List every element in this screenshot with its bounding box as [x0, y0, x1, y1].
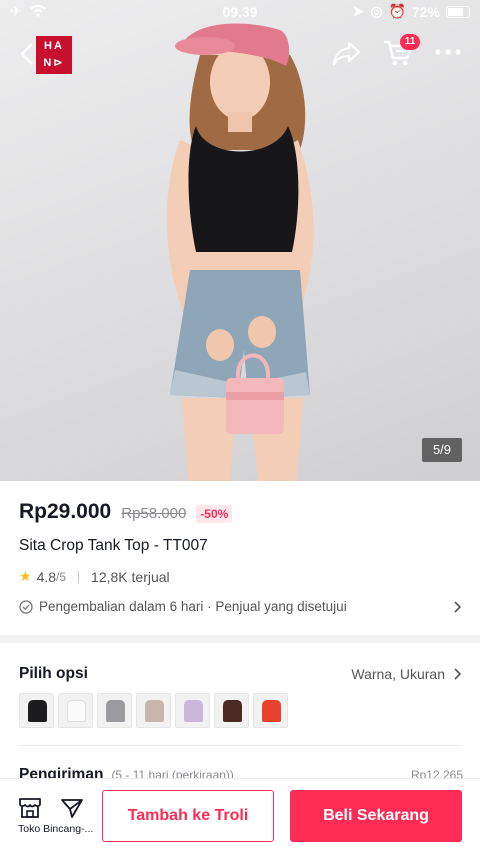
variant-swatch[interactable] — [214, 693, 249, 728]
battery-icon — [446, 5, 470, 18]
bottom-action-bar: Toko Bincang-... Tambah ke Troli Beli Se… — [0, 778, 480, 854]
star-icon: ★ — [19, 568, 32, 584]
image-counter: 5/9 — [422, 438, 462, 462]
share-icon — [332, 41, 361, 66]
tank-top-thumbnail — [184, 700, 203, 722]
price-row: Rp29.000 Rp58.000 -50% — [19, 500, 233, 524]
shop-logo[interactable]: HA N⊳ — [36, 36, 72, 74]
lock-rotation-icon: ◎ — [370, 3, 383, 19]
sold-count: 12,8K terjual — [91, 568, 170, 585]
top-navigation: HA N⊳ 11 — [0, 34, 480, 78]
buy-now-button[interactable]: Beli Sekarang — [290, 790, 462, 842]
tank-top-thumbnail — [67, 700, 86, 722]
options-value: Warna, Ukuran — [351, 666, 463, 682]
section-divider — [0, 635, 480, 643]
share-button[interactable] — [331, 38, 361, 68]
logo-text-top: HA — [44, 40, 64, 52]
product-detail-screen: ✈ 09.39 ➤ ◎ ⏰ 72% HA N⊳ 11 5/9 Rp29.000 … — [0, 0, 480, 854]
battery-percent: 72% — [411, 3, 440, 20]
rating-value: 4.8 — [36, 568, 57, 585]
variant-swatch[interactable] — [97, 693, 132, 728]
options-title: Pilih opsi — [19, 665, 88, 682]
more-dots-icon — [435, 49, 461, 55]
tank-top-thumbnail — [28, 700, 47, 722]
shop-label: Toko Bincang-... — [18, 823, 94, 835]
original-price: Rp58.000 — [121, 505, 187, 522]
options-value-text: Warna, Ukuran — [351, 666, 445, 682]
check-circle-icon — [19, 599, 33, 614]
tank-top-thumbnail — [223, 700, 242, 722]
return-policy-text: Pengembalian dalam 6 hari · Penjual yang… — [39, 599, 347, 614]
variant-swatch[interactable] — [253, 693, 288, 728]
variant-swatch[interactable] — [58, 693, 93, 728]
status-bar: ✈ 09.39 ➤ ◎ ⏰ 72% — [0, 0, 480, 24]
tank-top-thumbnail — [106, 700, 125, 722]
add-to-cart-button[interactable]: Tambah ke Troli — [102, 790, 274, 842]
chevron-right-icon — [454, 600, 462, 613]
variant-swatch[interactable] — [19, 693, 54, 728]
more-button[interactable] — [434, 38, 462, 66]
return-policy-row[interactable]: Pengembalian dalam 6 hari · Penjual yang… — [19, 599, 463, 614]
variant-swatch[interactable] — [175, 693, 210, 728]
rating-row[interactable]: ★ 4.8/5 12,8K terjual — [19, 568, 170, 585]
rating-max: /5 — [56, 569, 67, 584]
variant-swatches — [19, 693, 288, 728]
status-right: ➤ ◎ ⏰ 72% — [353, 3, 470, 20]
logo-text-bottom: N⊳ — [43, 57, 65, 69]
shop-button[interactable]: Toko Bincang-... — [14, 795, 102, 839]
alarm-icon: ⏰ — [388, 3, 406, 19]
discount-badge: -50% — [196, 505, 233, 523]
current-price: Rp29.000 — [19, 500, 112, 523]
tank-top-thumbnail — [145, 700, 164, 722]
chevron-right-icon — [454, 668, 462, 680]
store-icon — [19, 798, 41, 818]
rating-separator — [78, 570, 80, 583]
variant-swatch[interactable] — [136, 693, 171, 728]
divider — [19, 745, 461, 746]
send-message-icon — [61, 799, 83, 818]
location-icon: ➤ — [352, 3, 365, 19]
product-title: Sita Crop Tank Top - TT007 — [19, 537, 208, 554]
options-row[interactable]: Pilih opsi Warna, Ukuran — [19, 665, 463, 683]
tank-top-thumbnail — [262, 700, 281, 722]
cart-count-badge: 11 — [400, 34, 420, 50]
